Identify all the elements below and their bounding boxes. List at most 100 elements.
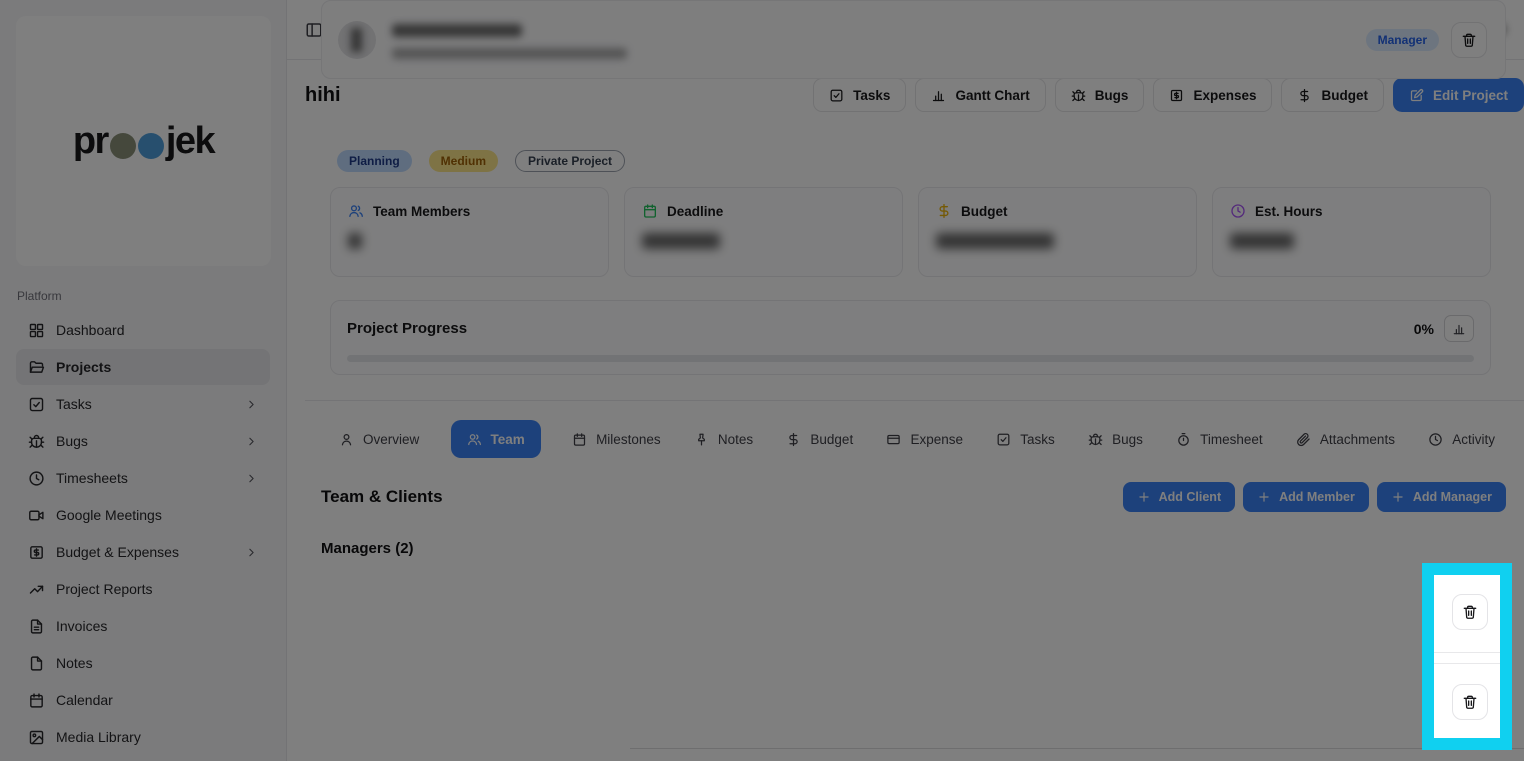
check-square-icon: [28, 396, 45, 413]
logo-dot-dark: [109, 133, 136, 159]
project-tab[interactable]: Timesheet: [1174, 420, 1265, 458]
chevron-right-icon: [245, 472, 258, 485]
project-tab[interactable]: Tasks: [994, 420, 1057, 458]
visibility-badge: Private Project: [515, 150, 626, 172]
dollar-square-icon: [28, 544, 45, 561]
sidebar-item[interactable]: Google Meetings: [16, 497, 270, 533]
project-tab[interactable]: Notes: [692, 420, 755, 458]
sidebar-item[interactable]: Media Library: [16, 719, 270, 755]
clock-icon: [28, 470, 45, 487]
project-action-button[interactable]: Tasks: [813, 78, 907, 112]
logo-dot-blue: [137, 133, 164, 159]
project-tab[interactable]: Overview: [337, 420, 421, 458]
chevron-right-icon: [245, 435, 258, 448]
sidebar-item-label: Timesheets: [56, 470, 128, 486]
action-label: Expenses: [1193, 87, 1257, 103]
sidebar-item-label: Calendar: [56, 692, 113, 708]
card-edge-line: [1434, 663, 1500, 664]
folder-open-icon: [28, 359, 45, 376]
sidebar-nav: Dashboard Projects Tasks Bugs Timesheets…: [16, 312, 270, 755]
delete-manager-button[interactable]: [1451, 21, 1487, 58]
project-header: hihi Tasks Gantt Chart Bugs Expenses Bud…: [305, 76, 1524, 114]
action-label: Tasks: [853, 87, 891, 103]
redacted-stat-value: [1230, 233, 1294, 249]
trash-icon: [1462, 604, 1478, 620]
tab-label: Budget: [810, 431, 854, 447]
highlighted-delete-manager-button[interactable]: [1452, 594, 1488, 630]
stat-card: Team Members: [330, 187, 609, 277]
dollar-square-icon: [1169, 88, 1184, 103]
highlighted-delete-manager-button[interactable]: [1452, 684, 1488, 720]
project-action-button[interactable]: Expenses: [1153, 78, 1273, 112]
manager-row: Manager: [321, 0, 1506, 79]
project-action-button[interactable]: Bugs: [1054, 78, 1145, 112]
project-tab[interactable]: Activity: [1426, 420, 1497, 458]
add-button-label: Add Member: [1279, 489, 1355, 504]
bar-chart-icon: [1452, 322, 1466, 336]
sidebar-item[interactable]: Timesheets: [16, 460, 270, 496]
sidebar-item[interactable]: Tasks: [16, 386, 270, 422]
project-tab[interactable]: Bugs: [1086, 420, 1145, 458]
sidebar-item-label: Budget & Expenses: [56, 544, 179, 560]
project-action-button[interactable]: Budget: [1281, 78, 1384, 112]
project-progress-card: Project Progress 0%: [330, 300, 1491, 375]
progress-chart-button[interactable]: [1444, 315, 1474, 342]
file-text-icon: [28, 618, 45, 635]
dollar-icon: [1297, 88, 1312, 103]
chevron-right-icon: [245, 546, 258, 559]
layout-grid-icon: [28, 322, 45, 339]
team-add-buttons: Add Client Add Member Add Manager: [1122, 481, 1506, 512]
sidebar-item[interactable]: Projects: [16, 349, 270, 385]
project-tab[interactable]: Milestones: [570, 420, 663, 458]
sidebar-item[interactable]: Dashboard: [16, 312, 270, 348]
project-tab[interactable]: Expense: [884, 420, 965, 458]
role-badge: Manager: [1365, 28, 1439, 51]
credit-card-icon: [886, 432, 901, 447]
status-badge: Planning: [337, 150, 412, 172]
check-square-icon: [996, 432, 1011, 447]
project-tab[interactable]: Team: [450, 420, 541, 458]
annotation-highlight: [1422, 563, 1512, 750]
stat-card: Deadline: [624, 187, 903, 277]
sidebar-item[interactable]: Bugs: [16, 423, 270, 459]
stat-label: Team Members: [373, 203, 471, 219]
action-label: Edit Project: [1432, 87, 1508, 103]
sidebar-item[interactable]: Invoices: [16, 608, 270, 644]
project-actions: Tasks Gantt Chart Bugs Expenses Budget E…: [813, 78, 1524, 112]
logo-text-right: jek: [165, 119, 216, 162]
add-button[interactable]: Add Client: [1122, 481, 1236, 512]
team-section-title: Team & Clients: [321, 486, 443, 506]
progress-label: Project Progress: [347, 320, 468, 337]
section-divider: [305, 400, 1524, 401]
image-icon: [28, 729, 45, 746]
sidebar-item[interactable]: Project Reports: [16, 571, 270, 607]
project-action-button[interactable]: Edit Project: [1392, 78, 1524, 112]
avatar: [338, 21, 376, 59]
add-button-label: Add Manager: [1412, 489, 1492, 504]
plus-icon: [1137, 490, 1151, 504]
bug-icon: [1071, 88, 1086, 103]
project-tab[interactable]: Attachments: [1294, 420, 1397, 458]
sidebar: pr jek Platform Dashboard Projects Tasks: [0, 0, 287, 761]
sidebar-item[interactable]: Notes: [16, 645, 270, 681]
project-tab[interactable]: Budget: [784, 420, 855, 458]
pin-icon: [694, 432, 709, 447]
progress-track: [347, 355, 1474, 362]
user-icon: [339, 432, 354, 447]
project-action-button[interactable]: Gantt Chart: [915, 78, 1046, 112]
stopwatch-icon: [1176, 432, 1191, 447]
sidebar-item[interactable]: Budget & Expenses: [16, 534, 270, 570]
tab-label: Notes: [717, 431, 754, 447]
trash-icon: [1461, 32, 1477, 48]
managers-heading: Managers (2): [321, 540, 414, 557]
sidebar-section-label: Platform: [17, 289, 62, 303]
sidebar-item[interactable]: Calendar: [16, 682, 270, 718]
sidebar-item-label: Bugs: [56, 433, 88, 449]
add-button[interactable]: Add Member: [1243, 481, 1369, 512]
tab-label: Tasks: [1020, 431, 1055, 447]
add-button[interactable]: Add Manager: [1376, 481, 1506, 512]
projek-logo: pr jek: [73, 119, 216, 163]
bar-chart-icon: [931, 88, 946, 103]
team-section-header: Team & Clients Add Client Add Member Add…: [321, 481, 1506, 512]
tab-label: Milestones: [596, 431, 661, 447]
